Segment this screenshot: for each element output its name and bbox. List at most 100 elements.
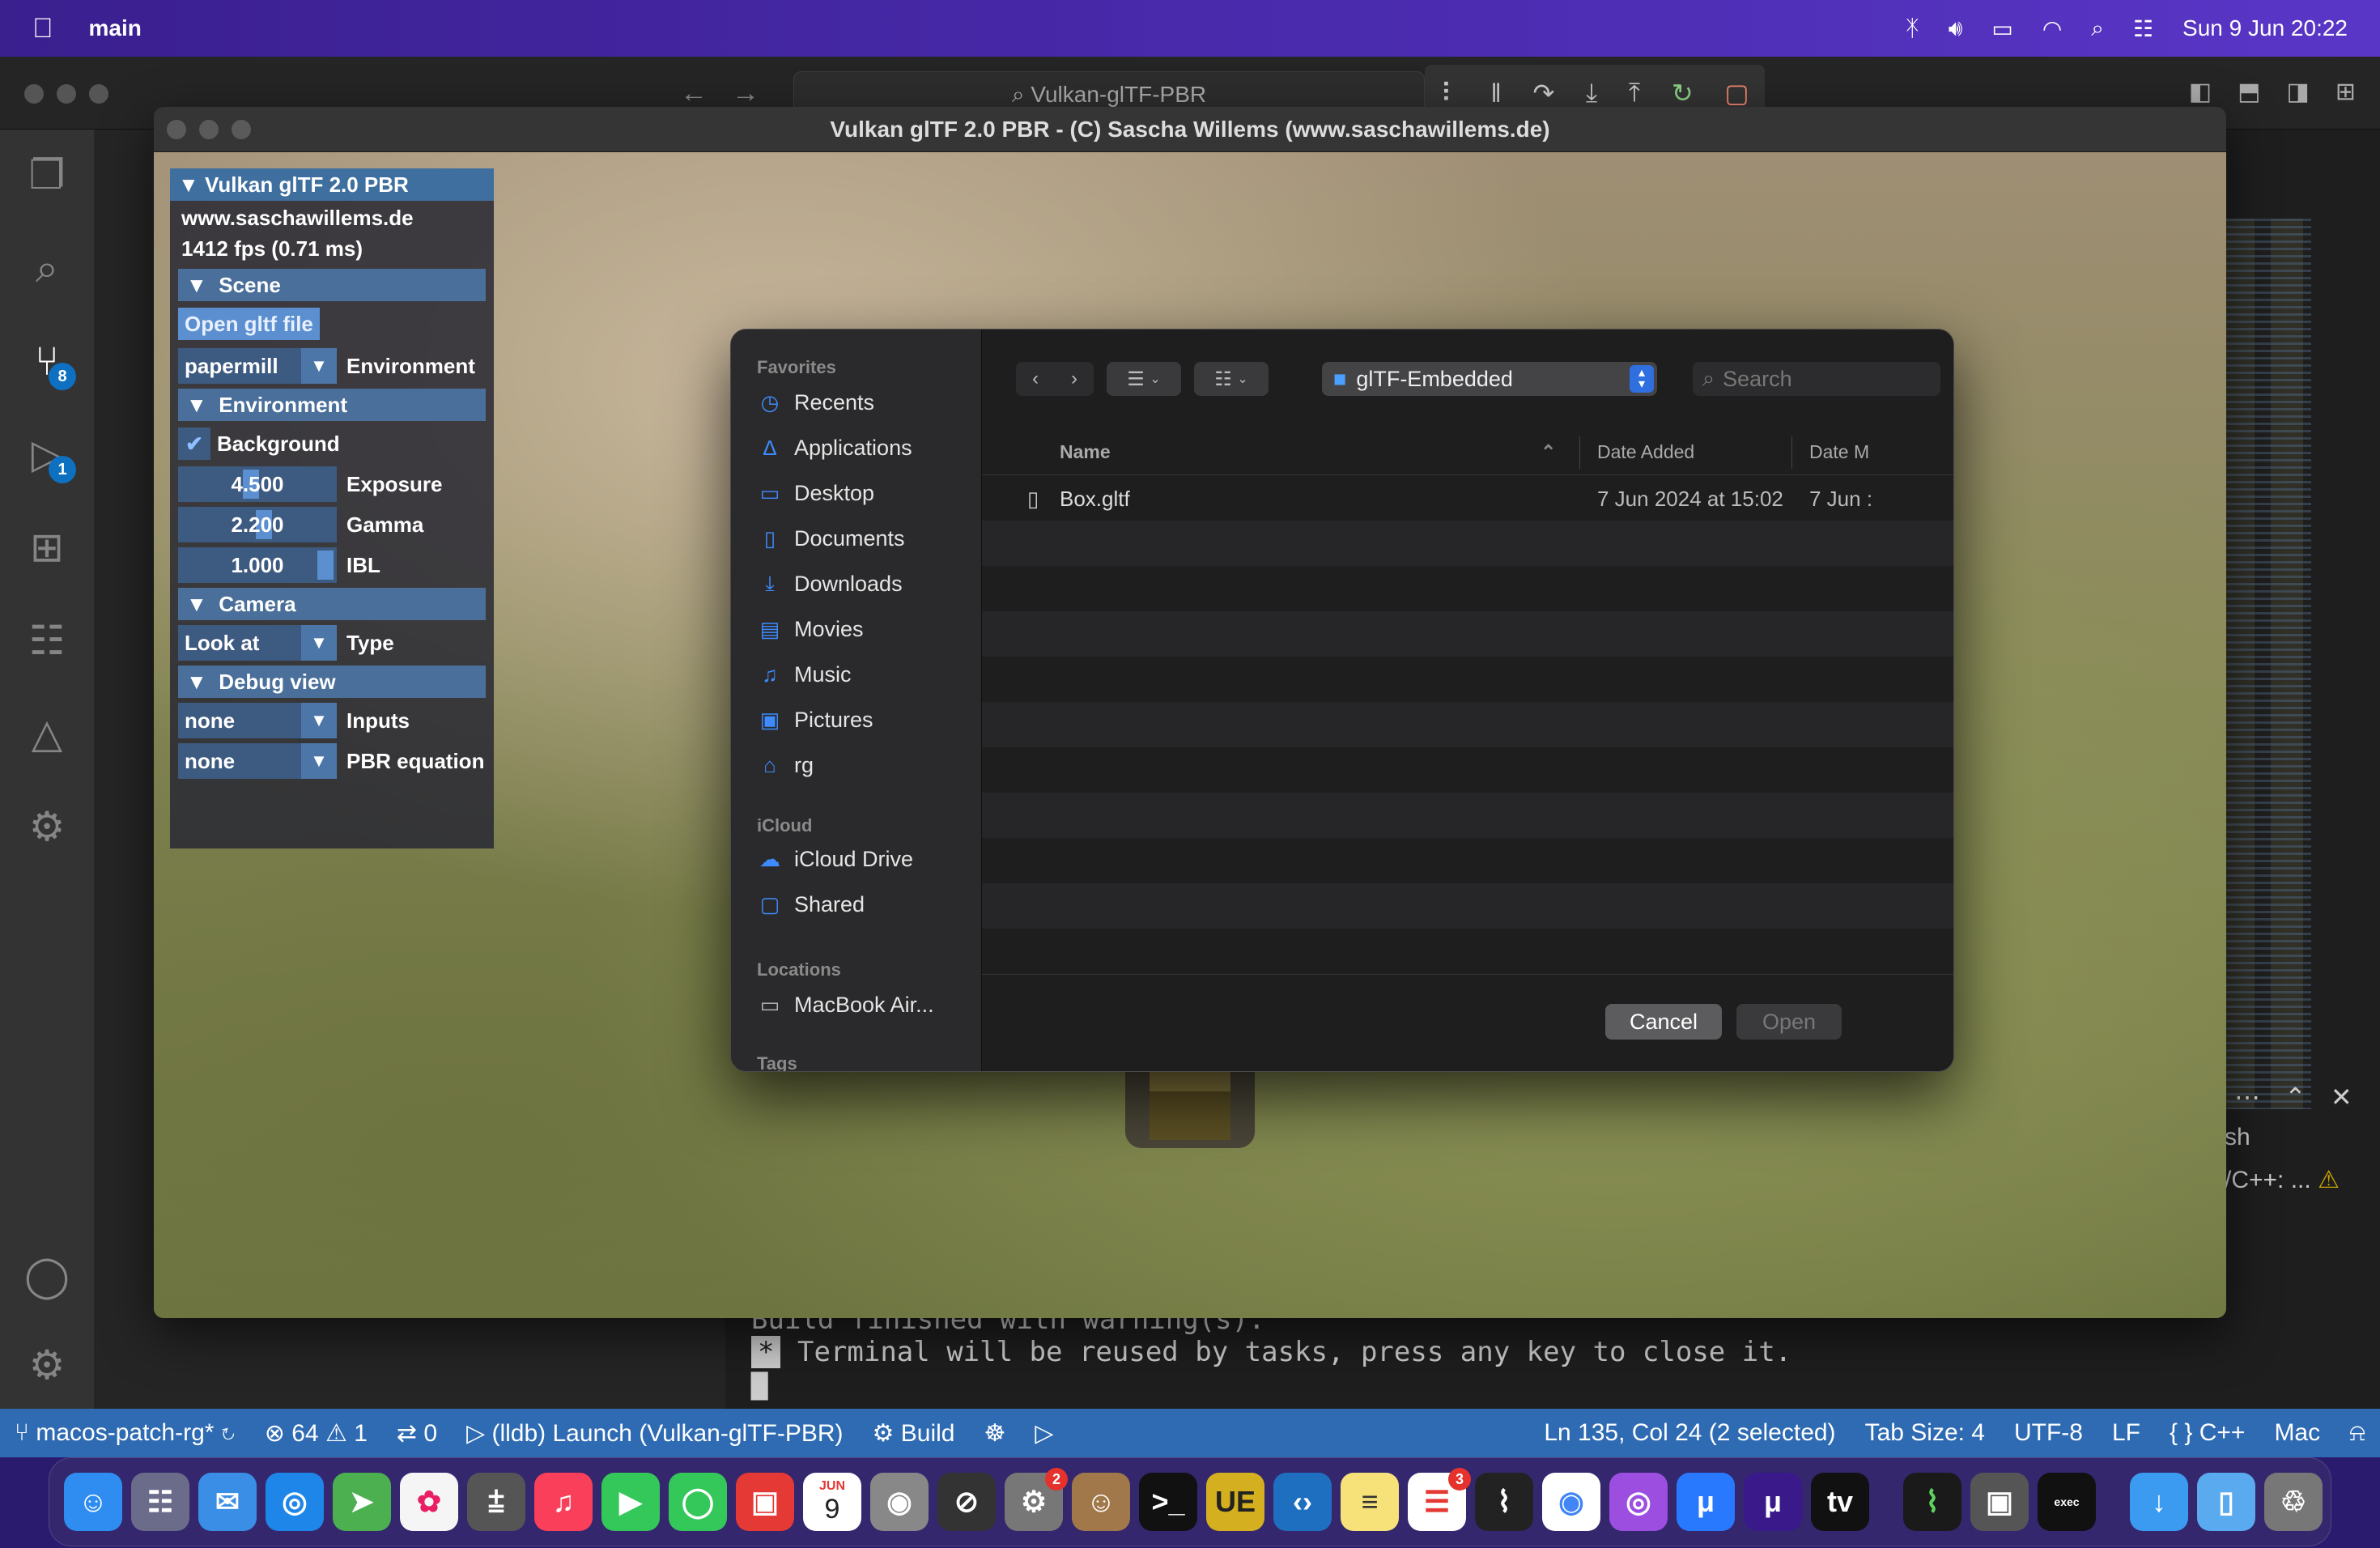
music-icon[interactable]: ♫ (534, 1473, 593, 1531)
toggle-sidebar-icon[interactable]: ◧ (2189, 78, 2212, 106)
sidebar-item-desktop[interactable]: ▭ Desktop (757, 470, 874, 516)
source-control-icon[interactable]: ⑂ 8 (18, 332, 76, 390)
environment-header[interactable]: ▼ Environment (178, 389, 486, 421)
bluetooth-icon[interactable]: ᛡ (1906, 15, 1919, 41)
activity-monitor-icon[interactable]: ⌇ (1903, 1473, 1961, 1531)
downloads-folder-icon[interactable]: ↓ (2130, 1473, 2188, 1531)
cancel-button[interactable]: Cancel (1605, 1004, 1722, 1040)
launch-config-status[interactable]: ▷ (lldb) Launch (Vulkan-glTF-PBR) (452, 1419, 857, 1448)
column-name[interactable]: Name (1060, 441, 1111, 463)
ibl-slider[interactable]: 1.000 (178, 547, 337, 583)
zoom-dot-icon[interactable] (89, 84, 108, 104)
build-status[interactable]: ⚙ Build (858, 1419, 970, 1448)
step-over-icon[interactable]: ↷ (1532, 78, 1554, 108)
contacts-icon[interactable]: ☺ (1072, 1473, 1130, 1531)
minimize-dot-icon[interactable] (199, 120, 219, 139)
apple-icon[interactable]:  (32, 13, 53, 45)
maximize-panel-icon[interactable]: ⌃ (2284, 1082, 2306, 1112)
maps-icon[interactable]: ➤ (333, 1473, 391, 1531)
toggle-panel-icon[interactable]: ⬒ (2238, 78, 2260, 106)
photos-icon[interactable]: ✿ (400, 1473, 458, 1531)
cmake-icon[interactable]: △ (18, 704, 76, 763)
musescore-icon[interactable]: μ (1677, 1473, 1735, 1531)
control-center-icon[interactable]: ☷ (2133, 15, 2153, 42)
drag-handle-icon[interactable]: ⠇ (1440, 78, 1459, 108)
cursor-position[interactable]: Ln 135, Col 24 (2 selected) (1529, 1419, 1850, 1447)
chrome-icon[interactable]: ◉ (1542, 1473, 1600, 1531)
messages-icon[interactable]: ◯ (669, 1473, 727, 1531)
calendar-icon[interactable]: JUN 9 (803, 1473, 861, 1531)
more-actions-icon[interactable]: ⋯ (2234, 1082, 2260, 1112)
sidebar-item-recents[interactable]: ◷ Recents (757, 380, 874, 425)
stocks-icon[interactable]: ⌇ (1475, 1473, 1533, 1531)
debug-view-header[interactable]: ▼ Debug view (178, 666, 486, 698)
unreal-engine-icon[interactable]: UE (1206, 1473, 1264, 1531)
end-of-line[interactable]: LF (2097, 1419, 2155, 1447)
background-checkbox[interactable]: ✔ (178, 427, 210, 460)
platform[interactable]: Mac (2259, 1419, 2335, 1447)
forward-arrow-icon[interactable]: › (1055, 368, 1094, 390)
debug-bug-icon[interactable]: ☸ (969, 1419, 1020, 1448)
sidebar-item-music[interactable]: ♫ Music (757, 652, 851, 697)
photo-booth-icon[interactable]: ▣ (736, 1473, 794, 1531)
step-out-icon[interactable]: ⤒ (1629, 78, 1640, 108)
step-into-icon[interactable]: ⤓ (1586, 78, 1597, 108)
terminal-output[interactable]: Build finished with warning(s). * Termin… (751, 1303, 2144, 1401)
minimize-dot-icon[interactable] (57, 84, 76, 104)
apple-tv-icon[interactable]: tv (1811, 1473, 1869, 1531)
notifications-bell-icon[interactable]: ⍾ (2335, 1419, 2380, 1447)
exposure-slider[interactable]: 4.500 (178, 466, 337, 502)
pbr-equation-combo[interactable]: none ▼ (178, 743, 337, 779)
camera-type-combo[interactable]: Look at ▼ (178, 625, 337, 661)
sidebar-item-shared[interactable]: ▢ Shared (757, 882, 865, 927)
scene-header[interactable]: ▼ Scene (178, 269, 486, 301)
disk-utility-icon[interactable]: ◉ (870, 1473, 929, 1531)
close-dot-icon[interactable] (24, 84, 44, 104)
search-input[interactable] (1723, 366, 1918, 392)
reminders-icon[interactable]: ☰ 3 (1408, 1468, 1471, 1531)
search-field[interactable]: ⌕ (1693, 362, 1940, 396)
environment-combo[interactable]: papermill ▼ (178, 348, 337, 384)
accounts-icon[interactable]: ◯ (18, 1247, 76, 1305)
volume-icon[interactable]: 🔊︎ (1949, 15, 1963, 42)
inputs-combo[interactable]: none ▼ (178, 703, 337, 738)
sidebar-item-icloud-drive[interactable]: ☁ iCloud Drive (757, 836, 913, 882)
sidebar-item-documents[interactable]: ▯ Documents (757, 516, 905, 561)
pause-icon[interactable]: ‖ (1491, 79, 1502, 108)
terminal-icon[interactable]: >_ (1139, 1473, 1197, 1531)
run-triangle-icon[interactable]: ▷ (1020, 1419, 1068, 1448)
group-view-button[interactable]: ☷ ⌄ (1194, 362, 1269, 396)
toggle-secondary-sidebar-icon[interactable]: ◨ (2287, 78, 2310, 106)
keychain-icon[interactable]: ⊘ (937, 1473, 996, 1531)
menubar-clock[interactable]: Sun 9 Jun 20:22 (2182, 15, 2348, 41)
close-dot-icon[interactable] (167, 120, 186, 139)
documents-folder-icon[interactable]: ▯ (2197, 1473, 2255, 1531)
sidebar-item-home[interactable]: ⌂ rg (757, 742, 814, 788)
problems-status[interactable]: ⊗ 64 ⚠ 1 (250, 1419, 382, 1448)
open-button[interactable]: Open (1736, 1004, 1842, 1040)
list-view-button[interactable]: ☰ ⌄ (1107, 362, 1181, 396)
launchpad-icon[interactable]: ☷ (131, 1473, 189, 1531)
podcasts-icon[interactable]: ◎ (1609, 1473, 1668, 1531)
muse-hub-icon[interactable]: μ (1744, 1473, 1802, 1531)
battery-icon[interactable]: ▭ (1991, 15, 2012, 42)
camera-header[interactable]: ▼ Camera (178, 588, 486, 620)
minimap[interactable] (2222, 219, 2311, 1109)
wifi-icon[interactable]: ◠ (2042, 15, 2062, 42)
open-gltf-button[interactable]: Open gltf file (178, 308, 320, 340)
column-date-modified[interactable]: Date M (1809, 441, 1869, 463)
ports-status[interactable]: ⇄ 0 (382, 1419, 452, 1448)
app-menu-name[interactable]: main (89, 15, 142, 41)
vscode-icon[interactable]: ‹› (1273, 1473, 1332, 1531)
testing-icon[interactable]: ☷ (18, 611, 76, 670)
nav-arrows-icon[interactable]: ←→ (680, 78, 784, 109)
stop-icon[interactable]: ▢ (1724, 78, 1749, 108)
zoom-dot-icon[interactable] (232, 120, 251, 139)
tab-size[interactable]: Tab Size: 4 (1851, 1419, 2000, 1447)
sidebar-item-macbook[interactable]: ▭ MacBook Air... (757, 982, 934, 1027)
back-arrow-icon[interactable]: ‹ (1016, 368, 1055, 390)
branch-status[interactable]: ⑂ macos-patch-rg* ↻ (0, 1419, 250, 1447)
spotlight-icon[interactable]: ⌕ (2091, 15, 2104, 42)
sidebar-item-downloads[interactable]: ⤓ Downloads (757, 561, 902, 606)
language-mode[interactable]: { } C++ (2155, 1419, 2259, 1447)
